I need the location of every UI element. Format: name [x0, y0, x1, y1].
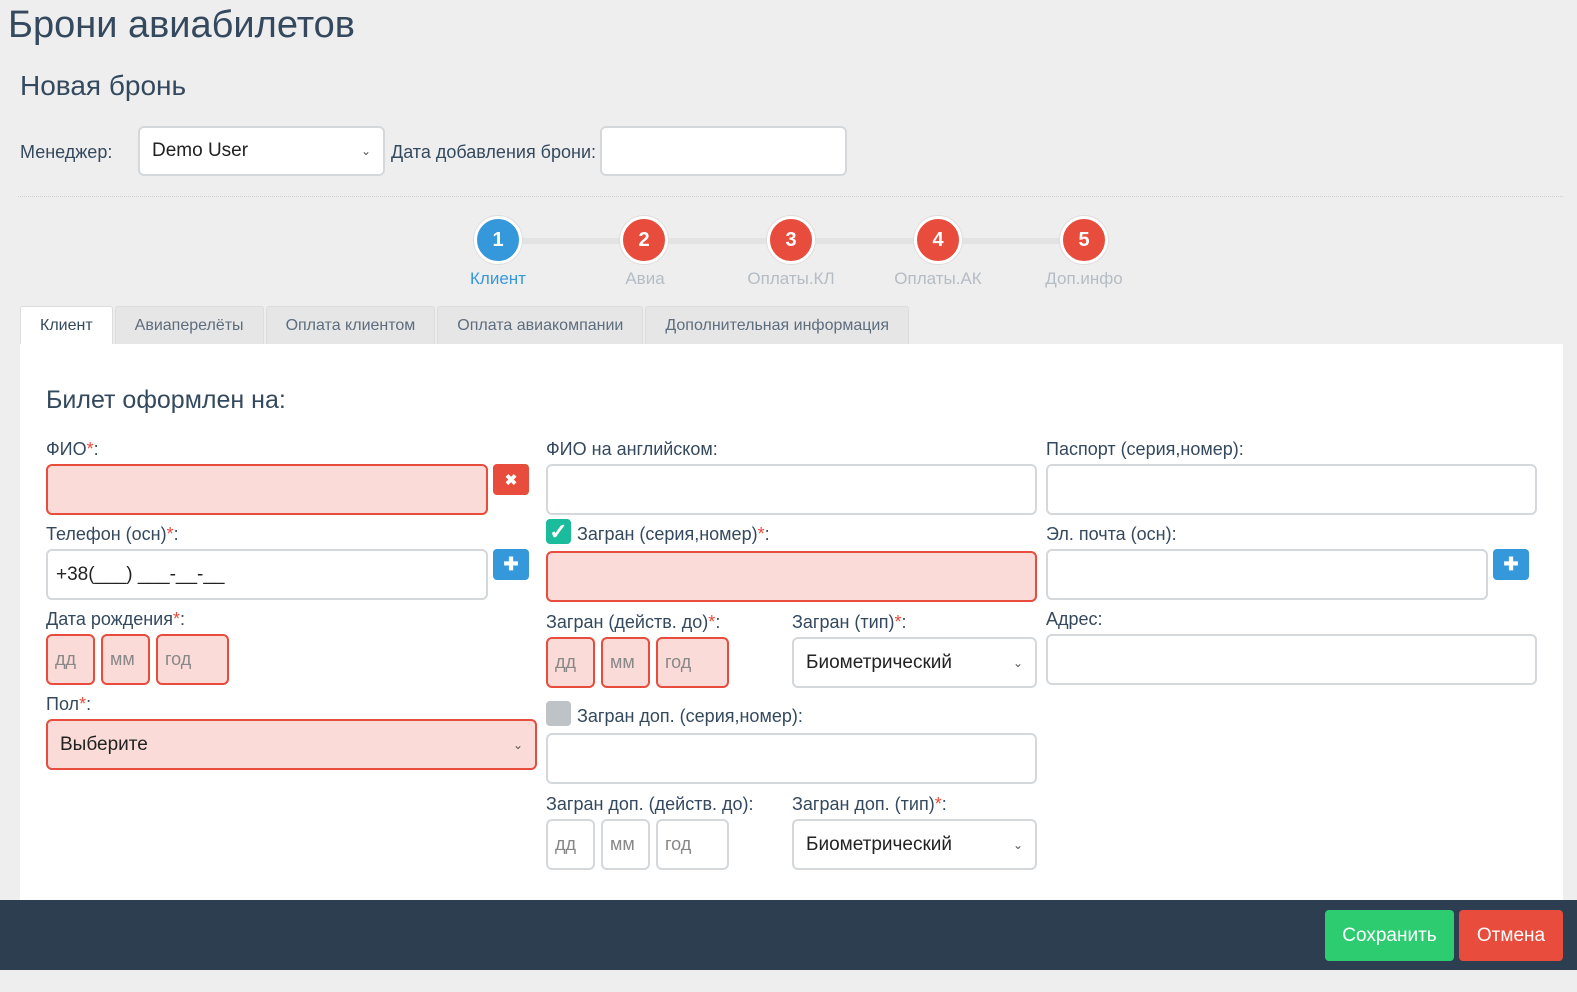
- step-4-label[interactable]: Оплаты.АК: [868, 269, 1008, 289]
- zagran-type-label: Загран (тип)*:: [792, 612, 907, 632]
- zagran-valid-label: Загран (действ. до)*:: [546, 612, 721, 632]
- email-input[interactable]: [1046, 549, 1488, 600]
- birth-day-input[interactable]: дд: [46, 634, 95, 685]
- zagran2-valid-day-input[interactable]: дд: [546, 819, 595, 870]
- divider: [18, 196, 1563, 197]
- plus-icon: ✚: [503, 554, 519, 574]
- date-added-input[interactable]: [600, 126, 847, 176]
- step-1-label[interactable]: Клиент: [428, 269, 568, 289]
- cancel-button[interactable]: Отмена: [1459, 910, 1563, 961]
- address-label: Адрес:: [1046, 609, 1103, 629]
- tab-bar: Клиент Авиаперелёты Оплата клиентом Опла…: [20, 306, 911, 345]
- manager-select[interactable]: Demo User ⌄: [138, 126, 385, 176]
- zagran-type-select[interactable]: Биометрический ⌄: [792, 637, 1037, 688]
- phone-label: Телефон (осн)*:: [46, 524, 179, 544]
- zagran2-valid-month-input[interactable]: мм: [601, 819, 650, 870]
- add-phone-button[interactable]: ✚: [493, 549, 529, 580]
- step-5[interactable]: 5: [1060, 216, 1108, 264]
- email-label: Эл. почта (осн):: [1046, 524, 1177, 544]
- section-title: Билет оформлен на:: [46, 386, 286, 414]
- tab-airline-payment[interactable]: Оплата авиакомпании: [437, 306, 644, 345]
- step-2[interactable]: 2: [620, 216, 668, 264]
- zagran-valid-month-input[interactable]: мм: [601, 637, 650, 688]
- fio-en-label: ФИО на английском:: [546, 439, 718, 459]
- zagran2-valid-label: Загран доп. (действ. до):: [546, 794, 754, 814]
- passport-input[interactable]: [1046, 464, 1537, 515]
- zagran-checkbox[interactable]: ✓: [546, 519, 571, 544]
- zagran-input[interactable]: [546, 551, 1037, 602]
- zagran-valid-day-input[interactable]: дд: [546, 637, 595, 688]
- zagran-valid-year-input[interactable]: год: [656, 637, 729, 688]
- step-3[interactable]: 3: [767, 216, 815, 264]
- tab-additional-info[interactable]: Дополнительная информация: [645, 306, 910, 345]
- check-icon: ✓: [549, 518, 568, 544]
- step-3-label[interactable]: Оплаты.КЛ: [721, 269, 861, 289]
- zagran2-valid-year-input[interactable]: год: [656, 819, 729, 870]
- gender-select[interactable]: Выберите ⌄: [46, 719, 537, 770]
- close-icon: ✖: [504, 471, 518, 489]
- zagran2-checkbox[interactable]: [546, 701, 571, 726]
- step-4[interactable]: 4: [914, 216, 962, 264]
- page-subtitle: Новая бронь: [20, 70, 187, 101]
- chevron-down-icon: ⌄: [360, 144, 371, 158]
- birthdate-label: Дата рождения*:: [46, 609, 186, 629]
- date-added-label: Дата добавления брони:: [391, 142, 597, 162]
- passport-label: Паспорт (серия,номер):: [1046, 439, 1244, 459]
- tab-client[interactable]: Клиент: [20, 306, 113, 345]
- fio-input[interactable]: [46, 464, 488, 515]
- phone-input[interactable]: +38(___) ___-__-__: [46, 549, 488, 600]
- zagran2-type-select[interactable]: Биометрический ⌄: [792, 819, 1037, 870]
- clear-fio-button[interactable]: ✖: [493, 464, 529, 495]
- gender-label: Пол*:: [46, 694, 92, 714]
- plus-icon: ✚: [1503, 554, 1519, 574]
- address-input[interactable]: [1046, 634, 1537, 685]
- zagran2-type-label: Загран доп. (тип)*:: [792, 794, 947, 814]
- step-5-label[interactable]: Доп.инфо: [1014, 269, 1154, 289]
- chevron-down-icon: ⌄: [1012, 655, 1023, 670]
- zagran-label: Загран (серия,номер)*:: [577, 524, 770, 544]
- save-button[interactable]: Сохранить: [1325, 910, 1454, 961]
- manager-label: Менеджер:: [20, 142, 113, 162]
- step-2-label[interactable]: Авиа: [575, 269, 715, 289]
- zagran2-input[interactable]: [546, 733, 1037, 784]
- tab-flights[interactable]: Авиаперелёты: [114, 306, 264, 345]
- fio-en-input[interactable]: [546, 464, 1037, 515]
- manager-select-value: Demo User: [152, 140, 249, 161]
- tab-client-payment[interactable]: Оплата клиентом: [265, 306, 436, 345]
- add-email-button[interactable]: ✚: [1493, 549, 1529, 580]
- birth-month-input[interactable]: мм: [101, 634, 150, 685]
- chevron-down-icon: ⌄: [1012, 837, 1023, 852]
- chevron-down-icon: ⌄: [512, 737, 523, 752]
- birth-year-input[interactable]: год: [156, 634, 229, 685]
- fio-label: ФИО*:: [46, 439, 99, 459]
- zagran2-label: Загран доп. (серия,номер):: [577, 706, 803, 726]
- step-1[interactable]: 1: [474, 216, 522, 264]
- page-title: Брони авиабилетов: [8, 4, 355, 46]
